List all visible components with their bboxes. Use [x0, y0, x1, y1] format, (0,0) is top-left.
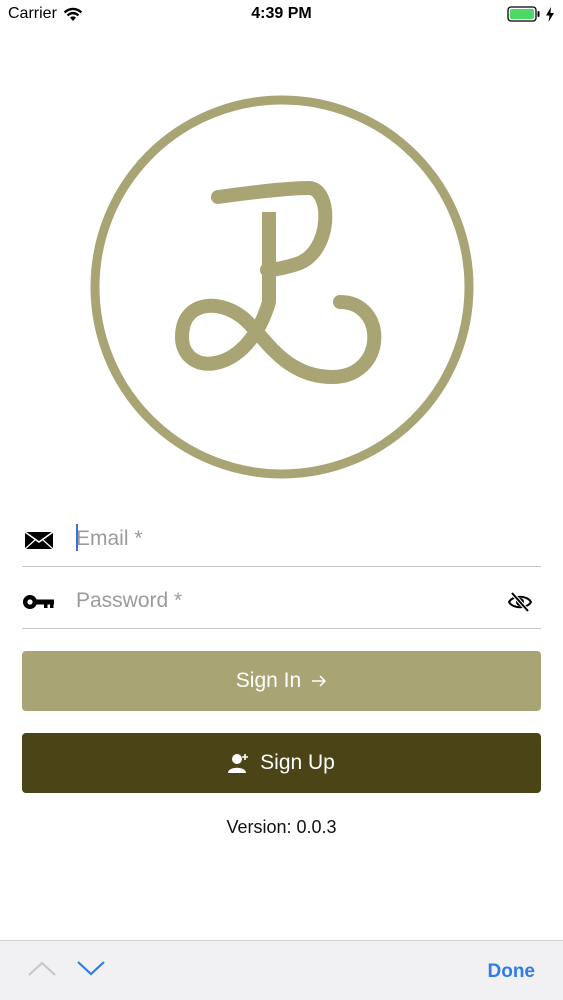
chevron-down-icon[interactable] — [76, 957, 106, 979]
eye-slash-icon[interactable] — [507, 590, 533, 614]
password-field-row — [22, 578, 541, 629]
key-icon — [23, 595, 54, 609]
version-label: Version: 0.0.3 — [226, 817, 337, 837]
status-time: 4:39 PM — [251, 5, 312, 22]
arrow-right-icon — [312, 675, 327, 687]
sign-up-button[interactable]: Sign Up — [22, 733, 541, 793]
password-input[interactable] — [76, 584, 496, 618]
battery-icon — [507, 6, 540, 22]
email-input[interactable] — [76, 522, 496, 556]
add-user-icon — [228, 754, 249, 773]
jp-monogram-logo — [90, 95, 474, 479]
email-field-row — [22, 516, 541, 567]
charging-bolt-icon — [546, 6, 554, 22]
text-caret — [76, 524, 78, 551]
done-button[interactable]: Done — [488, 961, 536, 983]
chevron-up-icon[interactable] — [27, 957, 57, 979]
sign-up-label: Sign Up — [260, 751, 335, 774]
status-right — [507, 6, 555, 22]
sign-in-label: Sign In — [235, 669, 302, 692]
sign-in-button[interactable]: Sign In — [22, 651, 541, 711]
keyboard-accessory-bar: Done — [0, 940, 563, 1000]
login-screen: Carrier 4:39 PM Email * Sign In Sign Up … — [0, 0, 563, 1000]
status-bar: Carrier 4:39 PM — [0, 0, 563, 30]
envelope-icon — [24, 531, 54, 550]
